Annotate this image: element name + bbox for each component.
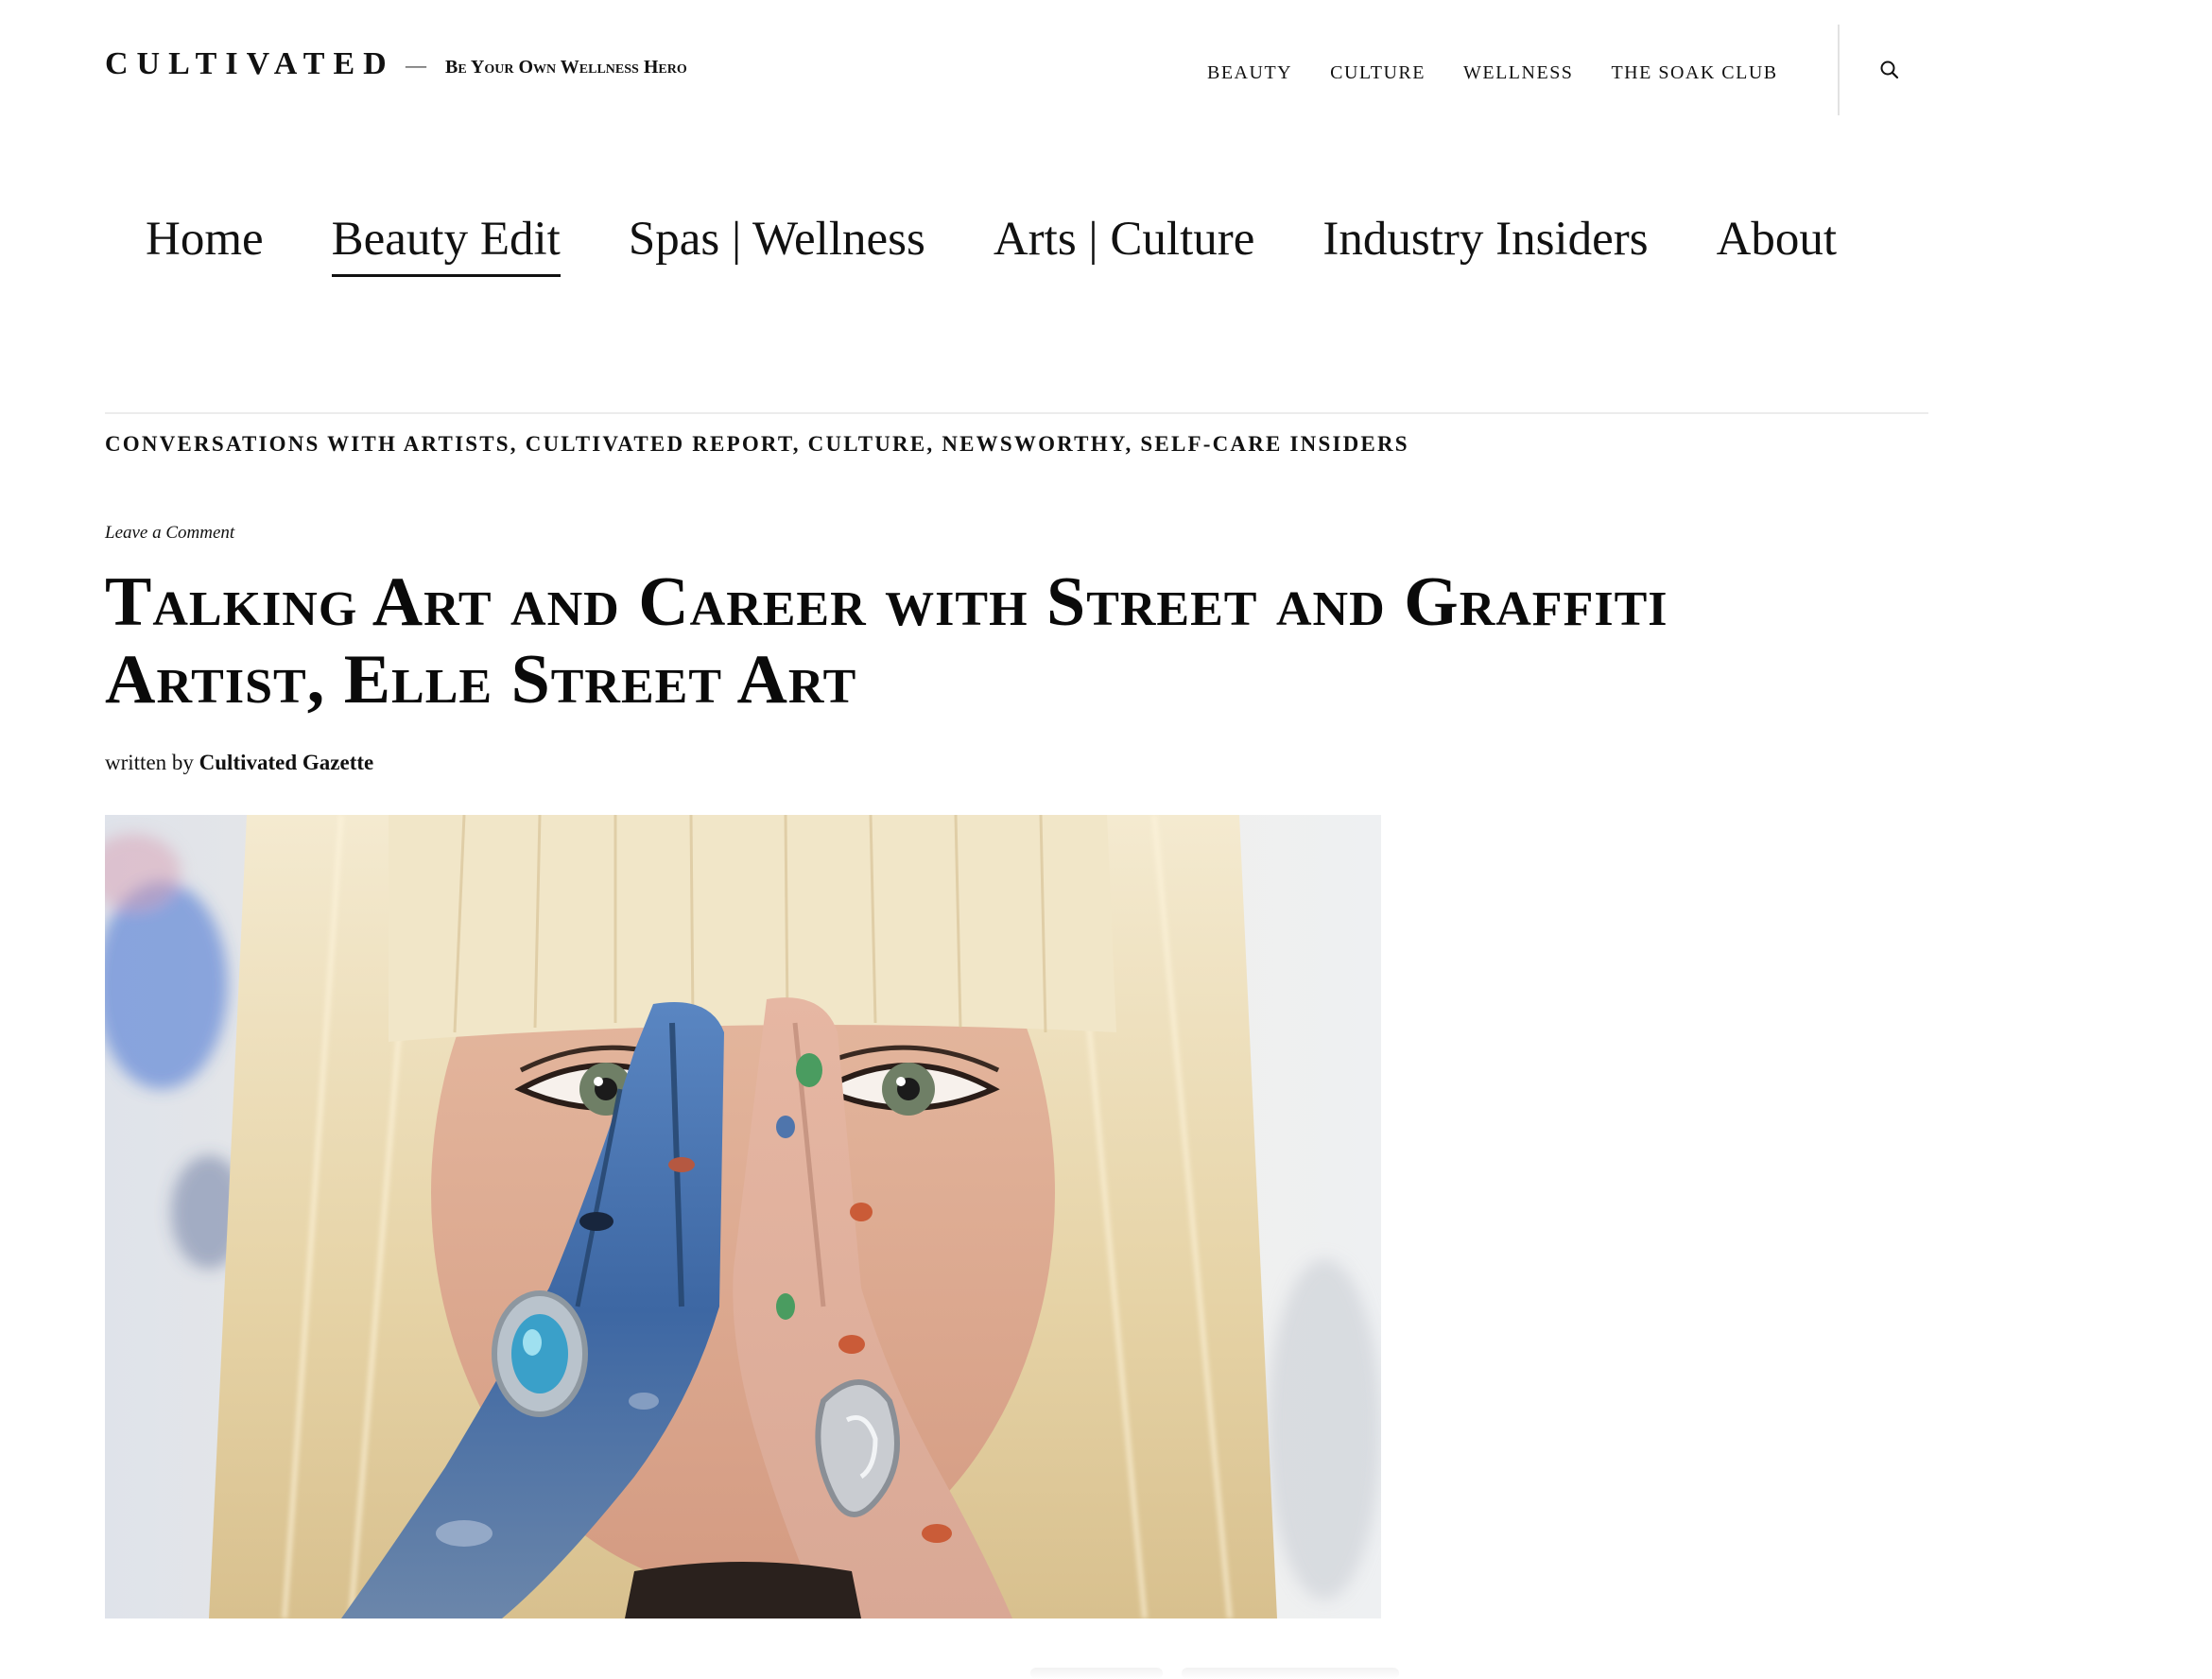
brand-separator: — [406, 53, 426, 77]
cropped-content-hint [1030, 1668, 1163, 1679]
leave-comment-link[interactable]: Leave a Comment [105, 521, 234, 545]
post-categories: CONVERSATIONS WITH ARTISTS, CULTIVATED R… [105, 432, 1409, 456]
site-tagline: Be Your Own Wellness Hero [445, 57, 687, 78]
author-link[interactable]: Cultivated Gazette [199, 751, 374, 774]
category-link[interactable]: SELF-CARE INSIDERS [1140, 432, 1408, 456]
main-nav-home[interactable]: Home [146, 208, 264, 277]
category-link[interactable]: CULTURE [808, 432, 927, 456]
top-nav-soak-club[interactable]: THE SOAK CLUB [1611, 59, 1777, 87]
photo-woman-paint-covered-hands [105, 815, 1381, 1618]
top-nav-wellness[interactable]: WELLNESS [1463, 59, 1573, 87]
byline-prefix: written by [105, 751, 194, 774]
main-nav-arts-culture[interactable]: Arts | Culture [994, 208, 1255, 277]
site-logo[interactable]: CULTIVATED [105, 45, 395, 83]
top-nav: BEAUTY CULTURE WELLNESS THE SOAK CLUB [1207, 59, 1778, 87]
top-nav-beauty[interactable]: BEAUTY [1207, 59, 1292, 87]
main-nav-about[interactable]: About [1717, 208, 1838, 277]
header-divider [1838, 25, 1840, 115]
search-icon [1880, 61, 1899, 79]
category-link[interactable]: CULTIVATED REPORT [526, 432, 793, 456]
main-nav-industry-insiders[interactable]: Industry Insiders [1322, 208, 1648, 277]
main-nav-beauty-edit[interactable]: Beauty Edit [331, 208, 561, 277]
site-header: CULTIVATED — Be Your Own Wellness Hero B… [105, 0, 1928, 118]
main-nav: Home Beauty Edit Spas | Wellness Arts | … [146, 208, 1837, 277]
post-title: Talking Art and Career with Street and G… [105, 563, 1668, 718]
section-divider [105, 412, 1928, 414]
category-link[interactable]: CONVERSATIONS WITH ARTISTS [105, 432, 510, 456]
featured-image [105, 815, 1381, 1618]
category-link[interactable]: NEWSWORTHY [942, 432, 1125, 456]
cropped-content-hint [1182, 1668, 1399, 1679]
main-nav-spas-wellness[interactable]: Spas | Wellness [629, 208, 925, 277]
top-nav-culture[interactable]: CULTURE [1330, 59, 1426, 87]
post-byline: written by Cultivated Gazette [105, 749, 373, 777]
search-button[interactable] [1873, 53, 1907, 87]
